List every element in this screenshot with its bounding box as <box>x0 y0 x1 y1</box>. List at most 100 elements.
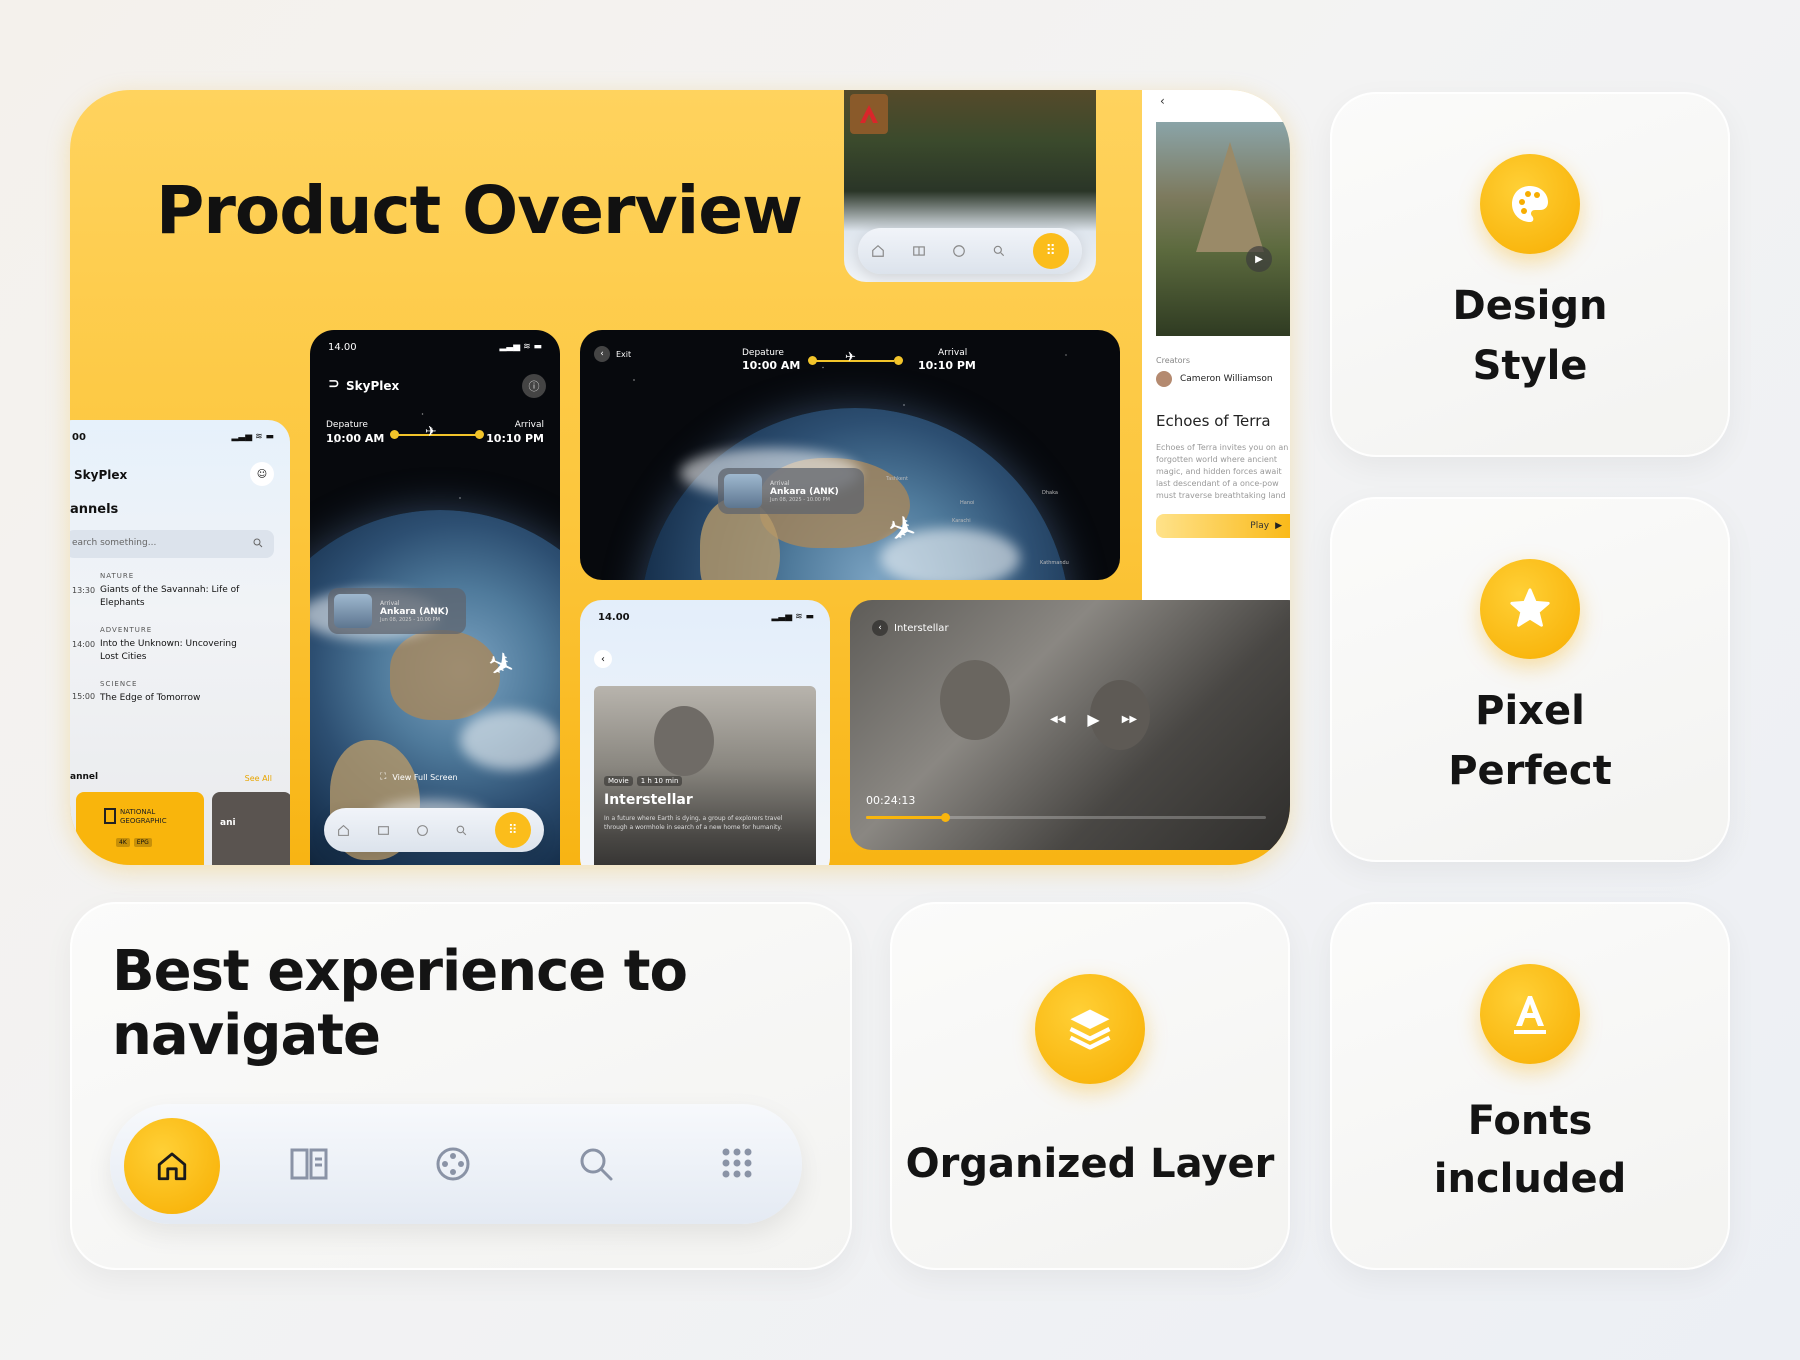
brand-logo-icon: ⊃ <box>328 376 340 392</box>
rewind-icon[interactable]: ◀◀ <box>1050 714 1065 725</box>
play-icon[interactable]: ▶ <box>1087 710 1099 729</box>
arrival-card[interactable]: Arrival Ankara (ANK) Jun 08, 2025 - 10.0… <box>328 588 466 634</box>
search-placeholder: earch something... <box>72 538 157 548</box>
game-title: Echoes of Terra <box>1156 412 1271 430</box>
back-button[interactable]: ‹ Interstellar <box>872 620 949 636</box>
feature-title: Pixel Perfect <box>1448 688 1612 794</box>
layers-icon <box>1035 974 1145 1084</box>
play-label: Play <box>1250 521 1270 531</box>
departure-time: 10:00 AM <box>326 432 385 445</box>
home-icon[interactable] <box>124 1118 220 1214</box>
movie-poster: Movie 1 h 10 min Interstellar In a futur… <box>594 686 816 865</box>
navigate-title: Best experience to navigate <box>112 939 688 1068</box>
book-icon[interactable] <box>912 244 926 258</box>
status-icons: ▂▃▅ ≋ ▬ <box>771 612 814 622</box>
fast-forward-icon[interactable]: ▶▶ <box>1122 714 1137 725</box>
plane-icon: ✈ <box>845 350 856 365</box>
status-time: 14.00 <box>598 612 630 623</box>
feature-card-organized-layer: Organized Layer <box>890 902 1290 1270</box>
movie-title: Interstellar <box>604 792 693 808</box>
app-logo-icon <box>850 94 888 134</box>
elapsed-time: 00:24:13 <box>866 794 916 807</box>
grid-icon[interactable] <box>722 1148 752 1182</box>
film-reel-icon[interactable] <box>435 1146 471 1186</box>
channels-heading: annels <box>70 502 119 517</box>
avatar <box>1156 371 1172 387</box>
search-icon[interactable] <box>578 1146 614 1186</box>
feature-card-pixel-perfect: Pixel Perfect <box>1330 497 1730 862</box>
arrival-time: 10:10 PM <box>486 432 544 445</box>
film-reel-icon[interactable] <box>416 824 429 837</box>
arrival-card[interactable]: Arrival Ankara (ANK) Jun 08, 2025 - 10.0… <box>718 468 864 514</box>
city-label: Tashkent <box>886 476 908 482</box>
channel-tile[interactable]: ani <box>212 792 290 865</box>
game-cover-image: ▶ <box>1156 122 1290 336</box>
bottom-nav-bar <box>110 1104 802 1224</box>
feature-title: Organized Layer <box>905 1141 1275 1187</box>
creator-name: Cameron Williamson <box>1180 374 1273 384</box>
game-nav-bar[interactable]: ⠿ <box>858 228 1082 274</box>
back-icon[interactable]: ‹ <box>1160 94 1165 108</box>
natgeo-label: NATIONAL GEOGRAPHIC <box>120 808 167 825</box>
star-icon <box>1480 559 1580 659</box>
back-icon[interactable]: ‹ <box>594 650 612 668</box>
search-icon <box>253 538 263 548</box>
city-label: Dhaka <box>1042 490 1058 496</box>
grid-icon[interactable]: ⠿ <box>494 812 531 848</box>
product-overview-card: Product Overview ⠿ ‹ ▶ Creators Cameron … <box>70 90 1290 865</box>
play-icon[interactable]: ▶ <box>1246 246 1272 272</box>
info-icon[interactable]: ⓘ <box>522 374 546 398</box>
brand-name: SkyPlex <box>74 468 128 482</box>
back-icon: ‹ <box>594 346 610 362</box>
film-reel-icon[interactable] <box>952 244 966 258</box>
tag: Movie <box>604 776 633 786</box>
status-icons: ▂▃▅ ≋ ▬ <box>231 432 274 442</box>
grid-icon[interactable]: ⠿ <box>1032 233 1069 269</box>
feature-title: Fonts included <box>1433 1098 1627 1202</box>
channels-phone-screenshot: 00 ▂▃▅ ≋ ▬ SkyPlex ☺ annels earch someth… <box>70 420 290 865</box>
game-detail-screenshot: ‹ ▶ Creators Cameron Williamson Echoes o… <box>1142 90 1290 670</box>
progress-fill <box>866 813 950 822</box>
home-icon[interactable] <box>337 824 350 837</box>
feature-card-design-style: Design Style <box>1330 92 1730 457</box>
book-icon[interactable] <box>290 1146 328 1186</box>
arrival-label: Arrival <box>514 420 544 430</box>
plane-icon: ✈ <box>425 424 437 440</box>
badge: 4K <box>116 838 130 847</box>
status-time: 14.00 <box>328 342 357 353</box>
status-time: 00 <box>72 432 86 443</box>
view-full-screen-button[interactable]: ⛶ View Full Screen <box>380 772 458 782</box>
natgeo-logo-icon <box>104 808 116 824</box>
progress-handle[interactable] <box>941 813 950 822</box>
see-all-link[interactable]: See All <box>245 774 272 783</box>
game-home-screenshot: ⠿ <box>844 90 1096 282</box>
movie-description: In a future where Earth is dying, a grou… <box>604 815 783 831</box>
exit-button[interactable]: ‹ Exit <box>594 346 631 362</box>
home-icon[interactable] <box>871 244 885 258</box>
section-label: annel <box>70 772 99 782</box>
hero-title: Product Overview <box>156 172 803 249</box>
list-item[interactable]: 15:00 SCIENCE The Edge of Tomorrow <box>72 678 272 732</box>
back-icon: ‹ <box>872 620 888 636</box>
brand-name: SkyPlex <box>346 379 400 393</box>
search-icon[interactable] <box>992 244 1006 258</box>
play-button[interactable]: Play ▶ <box>1156 514 1290 538</box>
video-player-screenshot: ‹ Interstellar ◀◀ ▶ ▶▶ 00:24:13 <box>850 600 1290 850</box>
feature-card-fonts-included: Fonts included <box>1330 902 1730 1270</box>
movie-phone-screenshot: 14.00 ▂▃▅ ≋ ▬ ‹ Movie 1 h 10 min Interst… <box>580 600 830 865</box>
city-label: Hanoi <box>960 500 975 506</box>
city-label: Karachi <box>952 518 971 524</box>
flight-phone-screenshot: 14.00 ▂▃▅ ≋ ▬ ⊃ SkyPlex ⓘ Depature 10:00… <box>310 330 560 865</box>
profile-icon[interactable]: ☺ <box>250 462 274 486</box>
progress-track[interactable] <box>866 813 1266 822</box>
search-icon[interactable] <box>455 824 468 837</box>
departure-label: Depature <box>326 420 368 430</box>
list-item[interactable]: 14:00 ADVENTURE Into the Unknown: Uncove… <box>72 624 272 678</box>
search-input[interactable]: earch something... <box>70 530 274 558</box>
list-item[interactable]: 13:30 NATURE Giants of the Savannah: Lif… <box>72 570 272 624</box>
creators-label: Creators <box>1156 356 1191 365</box>
channel-tile-natgeo[interactable]: NATIONAL GEOGRAPHIC 4K EPG <box>76 792 204 865</box>
book-icon[interactable] <box>377 824 390 837</box>
feature-title: Design Style <box>1452 283 1608 389</box>
flight-nav-bar[interactable]: ⠿ <box>324 808 544 852</box>
